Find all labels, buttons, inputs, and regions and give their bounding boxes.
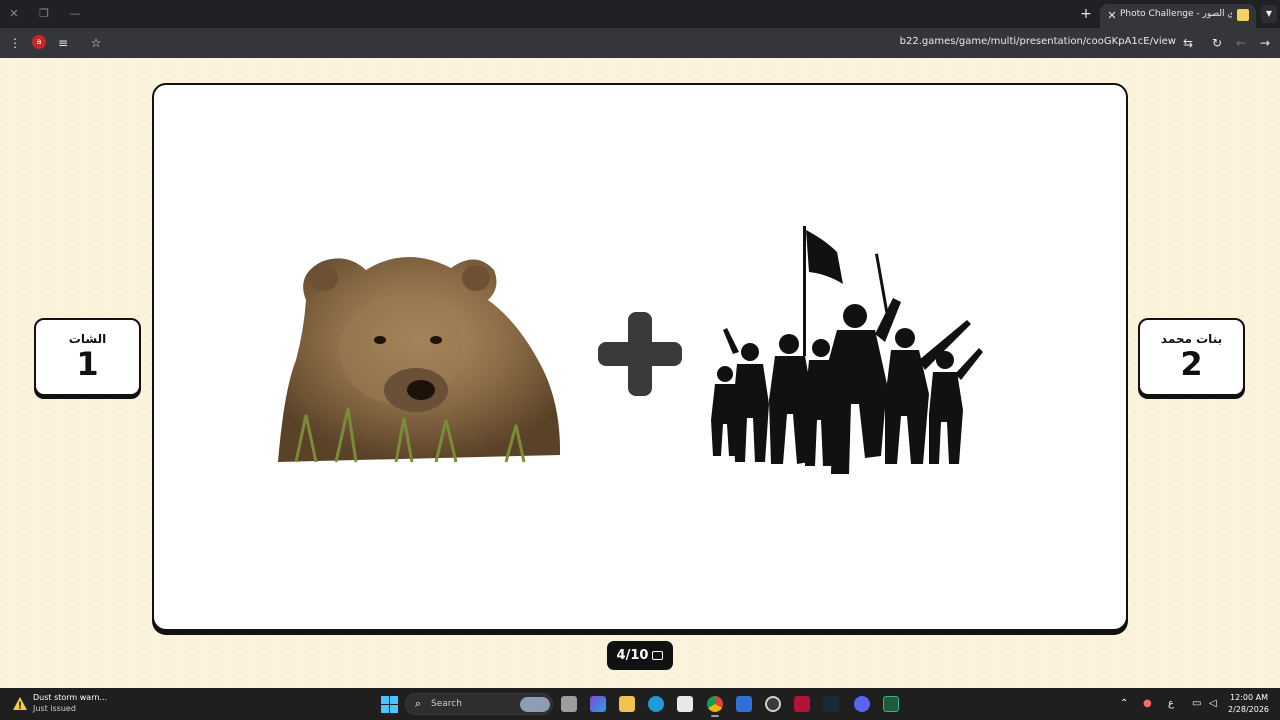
file-explorer-icon[interactable]: [619, 696, 635, 712]
mail-app-icon[interactable]: [736, 696, 752, 712]
soldiers-silhouette-image: [711, 226, 983, 474]
reload-icon[interactable]: ↻: [1208, 34, 1226, 52]
restore-icon[interactable]: ❐: [36, 6, 52, 22]
store-app-icon[interactable]: [677, 696, 693, 712]
start-button[interactable]: [381, 696, 398, 713]
microphone-icon[interactable]: ●: [1143, 698, 1152, 710]
new-tab-button[interactable]: +: [1079, 6, 1093, 22]
team-score-card-left: الشات 1: [34, 318, 141, 396]
m365-app-icon[interactable]: [590, 696, 606, 712]
close-window-icon[interactable]: ✕: [6, 6, 22, 22]
input-language-indicator[interactable]: ع: [1168, 698, 1174, 710]
clock-time[interactable]: 12:00 AM: [1230, 693, 1268, 702]
image-icon: [652, 651, 664, 660]
counter-text: 4/10: [616, 648, 649, 663]
menu-icon[interactable]: ⋮: [6, 34, 24, 52]
tab-close-icon[interactable]: ✕: [1104, 8, 1120, 24]
tab-title: Photo Challenge - تحدي الصور: [1120, 9, 1232, 19]
team-score-card-right: بنات محمد 2: [1138, 318, 1245, 396]
tab-search-icon[interactable]: ▼: [1261, 5, 1277, 23]
warning-icon[interactable]: [12, 696, 28, 712]
bear-image: [278, 256, 561, 463]
search-label: Search: [431, 699, 462, 709]
windows-taskbar: [0, 688, 1280, 720]
edge-browser-icon[interactable]: [648, 696, 664, 712]
search-icon: ⌕: [415, 697, 422, 710]
steam-app-icon[interactable]: [823, 696, 839, 712]
forward-icon[interactable]: →: [1256, 34, 1274, 52]
reading-list-icon[interactable]: ≡: [54, 34, 72, 52]
team-score: 1: [76, 345, 99, 383]
profile-avatar[interactable]: a: [32, 35, 46, 49]
plus-sign: [598, 312, 682, 396]
red-app-icon[interactable]: [794, 696, 810, 712]
volume-icon[interactable]: ◁: [1209, 698, 1217, 710]
back-icon[interactable]: ←: [1232, 34, 1250, 52]
minimize-icon[interactable]: —: [67, 6, 83, 22]
spinner-app-icon[interactable]: [765, 696, 781, 712]
team-name: بنات محمد: [1160, 332, 1223, 346]
team-score: 2: [1180, 345, 1203, 383]
bookmark-star-icon[interactable]: ☆: [87, 34, 105, 52]
search-highlight-image: [520, 697, 550, 712]
terminal-app-icon[interactable]: [883, 696, 899, 712]
network-icon[interactable]: ▭: [1192, 698, 1201, 710]
browser-tab[interactable]: ✕ Photo Challenge - تحدي الصور: [1100, 4, 1256, 28]
tab-favicon-icon: [1237, 9, 1249, 21]
site-settings-icon[interactable]: ⇆: [1179, 34, 1197, 52]
question-counter: 4/10: [607, 641, 673, 670]
weather-alert-title[interactable]: Dust storm warn...: [33, 693, 107, 702]
clock-date[interactable]: 2/28/2026: [1228, 705, 1269, 714]
team-name: الشات: [68, 332, 107, 346]
discord-app-icon[interactable]: [854, 696, 870, 712]
task-view-icon[interactable]: [561, 696, 577, 712]
weather-alert-subtitle: Just issued: [33, 704, 76, 713]
taskbar-search[interactable]: ⌕ Search: [405, 693, 553, 715]
chrome-app-icon[interactable]: [707, 696, 723, 717]
tray-overflow-icon[interactable]: ⌃: [1120, 698, 1128, 710]
address-bar[interactable]: b22.games/game/multi/presentation/cooGKp…: [790, 36, 1176, 47]
